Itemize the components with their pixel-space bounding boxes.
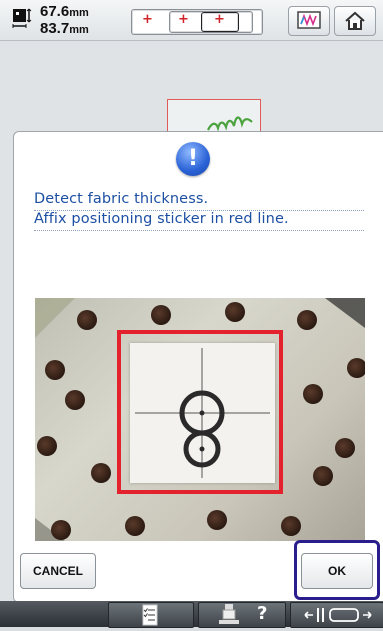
- checklist-button[interactable]: [108, 602, 194, 628]
- fabric-dot: [335, 438, 355, 458]
- fabric-dot: [347, 358, 365, 378]
- fabric-dot: [225, 302, 245, 322]
- fabric-dot: [281, 516, 301, 536]
- cancel-button[interactable]: CANCEL: [20, 553, 96, 589]
- width-unit: mm: [69, 7, 89, 19]
- design-dimensions: 67.6mm 83.7mm: [40, 4, 89, 38]
- fabric-dot: [65, 390, 85, 410]
- embroidery-size-icon: [12, 8, 32, 28]
- fabric-dot: [151, 305, 171, 325]
- fabric-dot: [313, 466, 333, 486]
- fabric-dot: [297, 310, 317, 330]
- fabric-dot: [207, 510, 227, 530]
- presser-foot-help-icon: [219, 604, 239, 624]
- hoop-move-button[interactable]: [290, 602, 383, 628]
- fabric-dot: [91, 463, 111, 483]
- hoop-size-indicator: + + +: [131, 9, 265, 37]
- thread-color-icon: [297, 11, 321, 29]
- fabric-dot: [37, 436, 57, 456]
- top-toolbar: 67.6mm 83.7mm + + +: [0, 0, 383, 41]
- fabric-dot: [45, 360, 65, 380]
- thickness-detection-dialog: ! Detect fabric thickness. Affix positio…: [13, 131, 383, 603]
- message-divider-2: [34, 230, 364, 231]
- checklist-icon: [142, 604, 158, 626]
- width-readout: 67.6mm: [40, 4, 89, 21]
- bottom-toolbar: ?: [0, 601, 383, 628]
- ok-button-highlight: [294, 540, 380, 600]
- help-glyph: ?: [257, 603, 268, 624]
- height-unit: mm: [69, 24, 89, 36]
- fabric-dot: [51, 520, 71, 540]
- width-value: 67.6: [40, 3, 70, 20]
- message-line-2: Affix positioning sticker in red line.: [34, 211, 289, 227]
- hoop-move-icon: [304, 608, 372, 622]
- help-button[interactable]: ?: [198, 602, 286, 628]
- camera-view-image: [35, 298, 365, 541]
- message-line-1: Detect fabric thickness.: [34, 191, 209, 207]
- fabric-dot: [303, 384, 323, 404]
- hoop-small-icon: +: [201, 12, 239, 32]
- height-value: 83.7: [40, 20, 70, 37]
- home-button[interactable]: [334, 6, 376, 36]
- fabric-dot: [125, 516, 145, 536]
- thread-color-button[interactable]: [288, 6, 330, 36]
- info-icon: !: [176, 142, 210, 176]
- home-icon: [345, 11, 365, 30]
- fabric-dot: [77, 310, 97, 330]
- red-positioning-frame: [117, 330, 283, 494]
- height-readout: 83.7mm: [40, 21, 89, 38]
